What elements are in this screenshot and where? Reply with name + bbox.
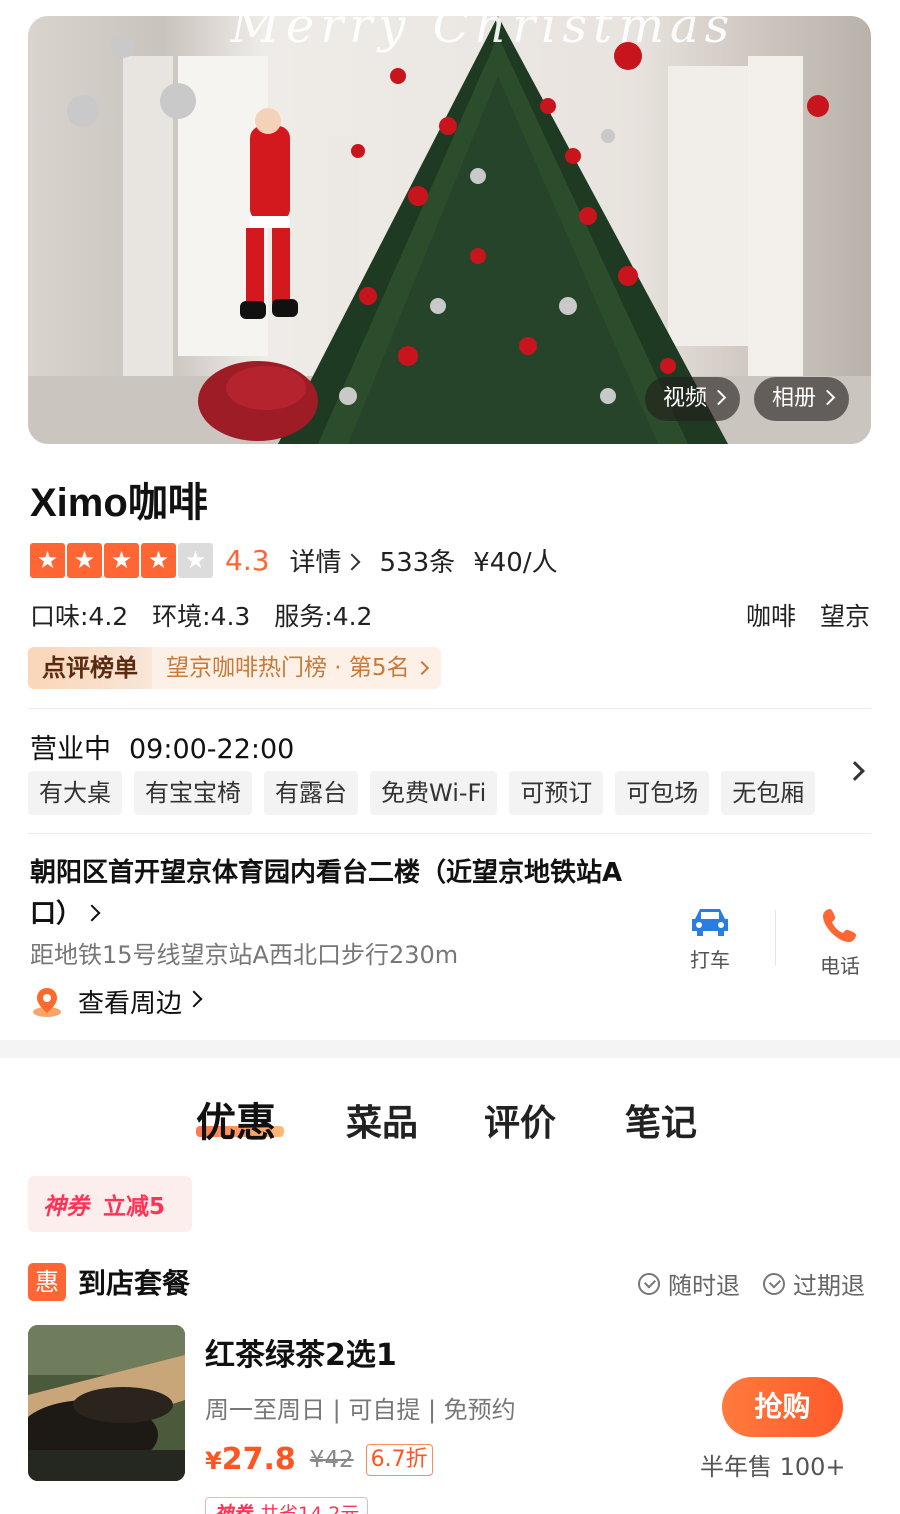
saving-text: 共省14.2元: [260, 1502, 360, 1514]
refund-anytime-label: 随时退: [668, 1272, 740, 1300]
star-empty-icon: ★: [178, 542, 213, 578]
star-icon: ★: [30, 542, 65, 578]
star-icon: ★: [141, 542, 176, 578]
taste-score: 口味:4.2: [30, 602, 129, 631]
hero-script-text: Merry Christmas: [230, 16, 736, 54]
tab-deals[interactable]: 优惠: [196, 1090, 276, 1148]
metro-distance: 距地铁15号线望京站A西北口步行230m: [30, 941, 459, 969]
star-rating: ★ ★ ★ ★ ★: [30, 542, 213, 578]
section-title: 到店套餐: [78, 1267, 191, 1300]
facility-tag: 有大桌: [28, 771, 122, 815]
category-link[interactable]: 咖啡: [746, 602, 796, 631]
avg-price: ¥40/人: [473, 547, 558, 578]
original-price: ¥42: [309, 1446, 354, 1473]
phone-label: 电话: [820, 954, 860, 978]
package-section-header: 惠 到店套餐: [28, 1262, 190, 1302]
category-area: 咖啡 望京: [730, 597, 870, 633]
christmas-tree-photo: [28, 16, 871, 444]
album-label: 相册: [772, 386, 817, 411]
star-icon: ★: [67, 542, 102, 578]
check-circle-icon: [638, 1272, 660, 1295]
facility-tag: 可包场: [615, 771, 710, 815]
rating-score: 4.3: [225, 543, 270, 577]
rank-text: 望京咖啡热门榜 · 第5名: [152, 647, 441, 689]
deal-price: ¥27.8: [205, 1442, 296, 1477]
facility-tag: 可预订: [509, 771, 604, 815]
address[interactable]: 朝阳区首开望京体育园内看台二楼（近望京地铁站A口）: [30, 853, 630, 935]
service-score: 服务:4.2: [274, 602, 373, 631]
chevron-right-icon: [185, 990, 203, 1007]
buy-button[interactable]: 抢购: [722, 1377, 843, 1437]
location-pin-icon: [33, 987, 61, 1017]
tab-reviews[interactable]: 评价: [484, 1094, 556, 1146]
price-value: 27.8: [221, 1442, 296, 1477]
rating-row: ★ ★ ★ ★ ★ 4.3 详情 533条 ¥40/人: [30, 540, 558, 580]
hero-photo[interactable]: Merry Christmas 视频 相册: [28, 16, 871, 444]
environment-score: 环境:4.3: [152, 602, 251, 631]
detail-label: 详情: [289, 547, 342, 578]
nearby-link[interactable]: 查看周边: [30, 983, 203, 1020]
refund-expired: 过期退: [763, 1266, 865, 1301]
divider: [775, 910, 776, 966]
open-status: 营业中: [30, 734, 111, 765]
facility-tag: 免费Wi-Fi: [370, 771, 498, 815]
phone-icon: [823, 909, 856, 942]
coupon-text: 立减5: [103, 1194, 166, 1220]
chevron-right-icon[interactable]: [845, 761, 865, 781]
facility-tag: 有宝宝椅: [134, 771, 252, 815]
section-separator: [0, 1040, 900, 1058]
deal-price-row: ¥27.8 ¥42 6.7折: [205, 1442, 433, 1477]
deal-name[interactable]: 红茶绿茶2选1: [205, 1330, 397, 1374]
shop-detail-page: Merry Christmas 视频 相册 Ximo咖啡 ★ ★ ★ ★ ★ 4…: [0, 0, 900, 1514]
tab-notes[interactable]: 笔记: [625, 1094, 697, 1146]
review-count[interactable]: 533条: [380, 542, 456, 579]
taxi-label: 打车: [690, 948, 730, 972]
star-icon: ★: [104, 542, 139, 578]
facility-tag: 有露台: [264, 771, 358, 815]
divider: [28, 833, 871, 834]
video-button[interactable]: 视频: [645, 377, 741, 421]
refund-expired-label: 过期退: [793, 1272, 865, 1300]
shop-name: Ximo咖啡: [30, 481, 208, 525]
deal-description: 周一至周日 | 可自提 | 免预约: [205, 1396, 516, 1424]
nearby-label: 查看周边: [78, 989, 183, 1019]
sub-scores: 口味:4.2 环境:4.3 服务:4.2: [30, 597, 388, 633]
chevron-right-icon: [710, 389, 727, 406]
coupon-badge[interactable]: 神券 立减5: [28, 1176, 192, 1232]
rank-label: 点评榜单: [28, 647, 152, 689]
phone-button[interactable]: 电话: [805, 905, 875, 979]
refund-anytime: 随时退: [638, 1266, 740, 1301]
taxi-button[interactable]: 打车: [675, 905, 745, 973]
saving-brand: 神券: [214, 1502, 253, 1514]
album-button[interactable]: 相册: [754, 377, 850, 421]
facility-tags: 有大桌 有宝宝椅 有露台 免费Wi-Fi 可预订 可包场 无包厢: [28, 771, 816, 815]
tab-dishes[interactable]: 菜品: [346, 1094, 418, 1146]
video-label: 视频: [663, 386, 708, 411]
open-time: 09:00-22:00: [129, 734, 295, 765]
deal-image[interactable]: [28, 1325, 185, 1481]
chevron-right-icon: [343, 553, 361, 570]
facility-tag: 无包厢: [721, 771, 816, 815]
car-icon: [692, 909, 728, 936]
saving-tag: 神券 共省14.2元: [205, 1497, 369, 1514]
business-hours[interactable]: 营业中 09:00-22:00: [30, 727, 294, 766]
rank-text-value: 望京咖啡热门榜 · 第5名: [166, 655, 410, 681]
check-circle-icon: [763, 1272, 785, 1295]
detail-link[interactable]: 详情: [289, 542, 361, 579]
address-text: 朝阳区首开望京体育园内看台二楼（近望京地铁站A口）: [30, 858, 623, 929]
currency-symbol: ¥: [205, 1447, 222, 1475]
sold-count: 半年售 100+: [700, 1453, 846, 1481]
divider: [28, 708, 871, 709]
coupon-brand: 神券: [43, 1194, 89, 1220]
chevron-right-icon: [414, 660, 429, 676]
discount-tag: 6.7折: [365, 1443, 433, 1476]
chevron-right-icon: [83, 904, 101, 922]
ranking-badge[interactable]: 点评榜单 望京咖啡热门榜 · 第5名: [28, 647, 441, 689]
area-link[interactable]: 望京: [820, 602, 870, 631]
discount-badge-icon: 惠: [28, 1263, 66, 1301]
chevron-right-icon: [819, 389, 836, 406]
tea-leaves-photo: [28, 1325, 185, 1481]
